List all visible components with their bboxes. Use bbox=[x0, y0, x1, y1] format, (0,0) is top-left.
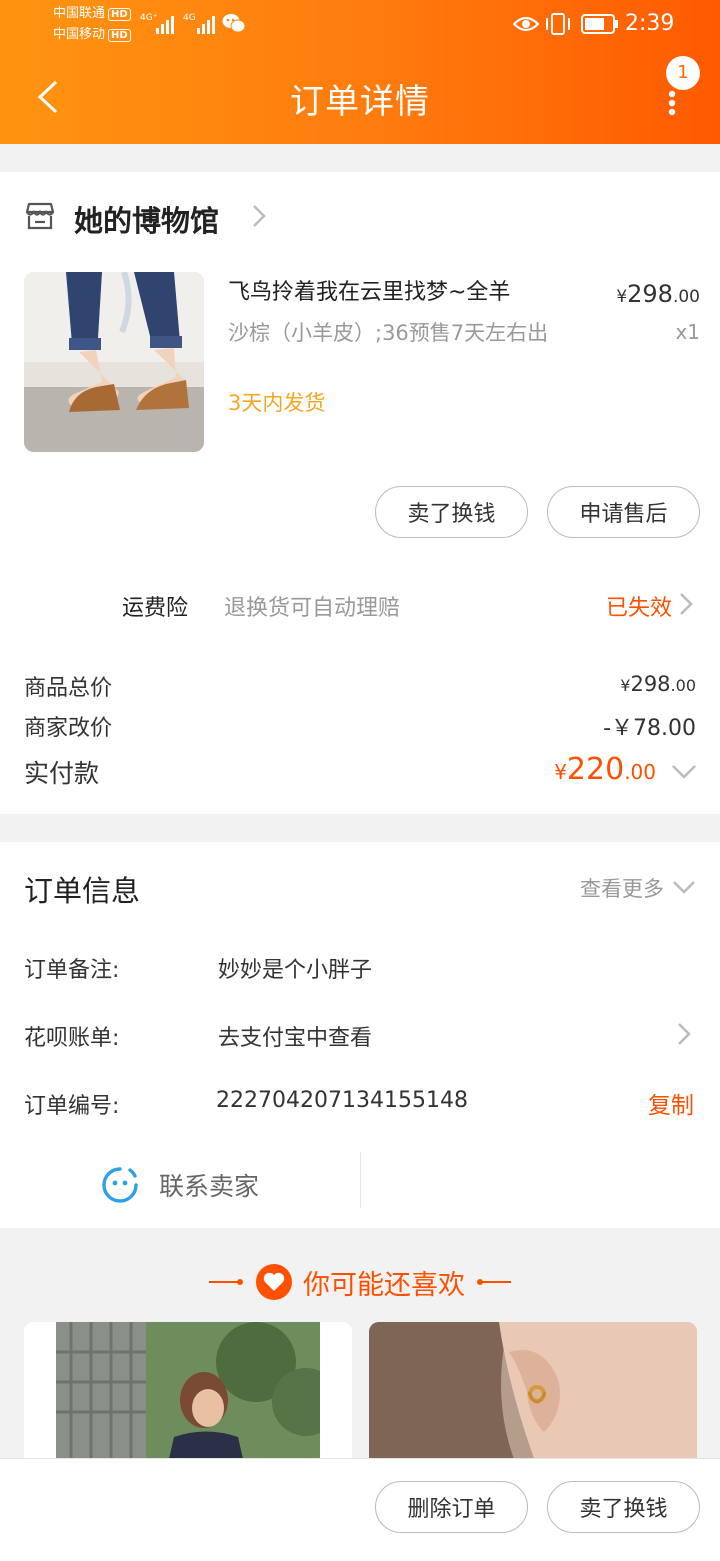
shop-name: 她的博物馆 bbox=[74, 204, 220, 238]
vibrate-icon bbox=[546, 13, 570, 35]
order-number-label: 订单编号: bbox=[24, 1094, 120, 1119]
shop-row[interactable]: 她的博物馆 bbox=[0, 172, 720, 260]
recommend-header: 你可能还喜欢 bbox=[0, 1262, 720, 1302]
view-more-label: 查看更多 bbox=[580, 877, 664, 901]
huabei-row[interactable]: 花呗账单: 去支付宝中查看 bbox=[0, 1002, 720, 1068]
heart-icon bbox=[256, 1264, 292, 1300]
product-title[interactable]: 飞鸟拎着我在云里找梦~全羊 bbox=[228, 276, 568, 310]
more-dots-icon bbox=[668, 90, 676, 116]
contact-seller-button[interactable]: 联系卖家 bbox=[0, 1152, 360, 1218]
price-decimal: .00 bbox=[624, 760, 656, 784]
chevron-down-icon bbox=[673, 881, 695, 894]
header-bar: 中国联通 HD 中国移动 HD 4G⁺ 4G 2:39 订单详情 1 bbox=[0, 0, 720, 144]
shop-icon bbox=[25, 202, 55, 230]
price-integer: 298 bbox=[630, 672, 671, 696]
product-image[interactable] bbox=[24, 272, 204, 452]
huabei-value: 去支付宝中查看 bbox=[218, 1026, 373, 1051]
shipping-time: 3天内发货 bbox=[228, 391, 326, 415]
network-type-1: 4G⁺ bbox=[140, 13, 158, 23]
status-time: 2:39 bbox=[625, 11, 675, 36]
more-menu-button[interactable]: 1 bbox=[650, 56, 700, 120]
wechat-icon bbox=[222, 14, 246, 33]
bottom-action-bar: 删除订单 卖了换钱 bbox=[0, 1458, 720, 1561]
carrier-1-label: 中国联通 bbox=[53, 6, 106, 21]
order-info-card: 订单信息 查看更多 订单备注: 妙妙是个小胖子 花呗账单: 去支付宝中查看 订单… bbox=[0, 842, 720, 1228]
network-type-2: 4G bbox=[183, 13, 196, 23]
total-price-value: ¥298.00 bbox=[620, 672, 696, 696]
recommend-title: 你可能还喜欢 bbox=[303, 1269, 465, 1301]
hd-badge: HD bbox=[108, 29, 131, 42]
product-price: ¥298.00 bbox=[616, 280, 700, 308]
price-integer: 298 bbox=[627, 280, 673, 308]
price-integer: 220 bbox=[566, 752, 625, 787]
chevron-down-icon[interactable] bbox=[671, 764, 697, 780]
signal-icon-1 bbox=[156, 14, 174, 34]
paid-amount-value: ¥220.00 bbox=[554, 752, 656, 787]
battery-icon bbox=[581, 14, 618, 34]
sell-for-cash-button[interactable]: 卖了换钱 bbox=[375, 486, 528, 538]
huabei-label: 花呗账单: bbox=[24, 1026, 120, 1051]
chevron-right-icon bbox=[253, 205, 266, 227]
status-carrier-1: 中国联通 HD bbox=[53, 7, 131, 21]
product-quantity: x1 bbox=[675, 320, 700, 344]
hd-badge: HD bbox=[108, 8, 131, 21]
product-photo-illustration bbox=[24, 272, 204, 452]
order-note-value: 妙妙是个小胖子 bbox=[218, 958, 373, 983]
recommend-image-2 bbox=[369, 1322, 697, 1472]
copy-order-number-button[interactable]: 复制 bbox=[648, 1086, 694, 1120]
notification-badge: 1 bbox=[666, 56, 700, 90]
page-title: 订单详情 bbox=[290, 82, 430, 122]
contact-seller-label: 联系卖家 bbox=[158, 1172, 259, 1201]
discount-label: 商家改价 bbox=[24, 716, 113, 741]
shipping-insurance-row[interactable]: 运费险 退换货可自动理赔 已失效 bbox=[0, 572, 720, 638]
recommend-item-2[interactable] bbox=[369, 1322, 697, 1472]
decor-line-left bbox=[209, 1279, 243, 1285]
insurance-status: 已失效 bbox=[605, 596, 672, 621]
currency-symbol: ¥ bbox=[616, 287, 628, 307]
decor-line-right bbox=[477, 1279, 511, 1285]
chevron-right-icon bbox=[680, 593, 693, 615]
divider bbox=[360, 1152, 361, 1208]
price-decimal: .00 bbox=[670, 676, 696, 695]
recommend-item-1[interactable] bbox=[24, 1322, 352, 1472]
chat-icon bbox=[102, 1167, 138, 1203]
signal-icon-2 bbox=[197, 14, 215, 34]
currency-symbol: ¥ bbox=[554, 760, 567, 784]
price-decimal: .00 bbox=[672, 287, 700, 307]
carrier-2-label: 中国移动 bbox=[53, 27, 106, 42]
eye-comfort-icon bbox=[513, 16, 539, 32]
chevron-right-icon bbox=[678, 1023, 691, 1045]
total-price-label: 商品总价 bbox=[24, 676, 113, 701]
currency-symbol: ¥ bbox=[620, 676, 631, 695]
insurance-desc: 退换货可自动理赔 bbox=[224, 596, 401, 621]
status-carrier-2: 中国移动 HD bbox=[53, 28, 131, 42]
delete-order-button[interactable]: 删除订单 bbox=[375, 1481, 528, 1533]
order-note-label: 订单备注: bbox=[24, 958, 120, 983]
after-sale-button[interactable]: 申请售后 bbox=[547, 486, 700, 538]
recommend-section: 你可能还喜欢 bbox=[0, 1230, 720, 1472]
insurance-label: 运费险 bbox=[122, 596, 189, 621]
recommend-image-1 bbox=[56, 1322, 320, 1472]
paid-amount-label: 实付款 bbox=[24, 759, 100, 788]
product-sku: 沙棕（小羊皮）;36预售7天左右出 bbox=[228, 321, 549, 345]
order-info-title: 订单信息 bbox=[24, 874, 141, 908]
discount-value: -￥78.00 bbox=[603, 716, 696, 741]
view-more-toggle[interactable]: 查看更多 bbox=[580, 868, 696, 908]
sell-for-cash-button[interactable]: 卖了换钱 bbox=[547, 1481, 700, 1533]
order-product-card: 她的博物馆 飞鸟拎着我在云里找梦~全羊 沙棕（小羊皮）;36预售7天左右出 3天… bbox=[0, 172, 720, 814]
order-number-value: 222704207134155148 bbox=[216, 1088, 468, 1113]
